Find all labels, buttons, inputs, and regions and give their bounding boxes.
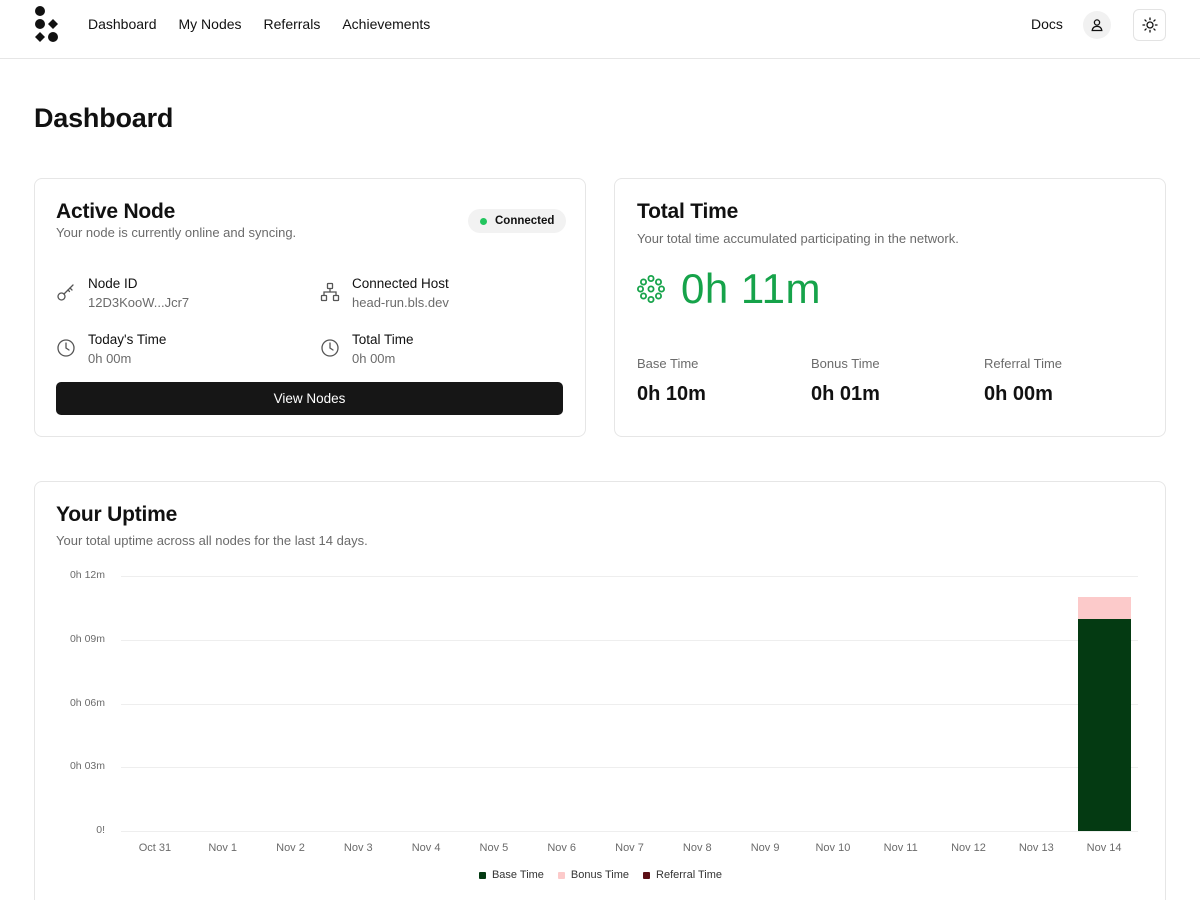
connected-host-value: head-run.bls.dev	[352, 295, 449, 310]
y-tick-label: 0!	[96, 824, 105, 836]
total-time-subtitle: Your total time accumulated participatin…	[637, 231, 959, 246]
x-tick-label: Nov 3	[343, 842, 373, 854]
docs-link[interactable]: Docs	[1031, 16, 1063, 32]
clock-icon	[321, 339, 339, 357]
x-tick-label: Oct 31	[138, 842, 172, 854]
referral-time-value: 0h 00m	[984, 383, 1053, 405]
bar-base-time[interactable]	[1077, 618, 1131, 831]
base-time-label: Base Time	[637, 356, 699, 371]
gridline	[121, 703, 1138, 705]
y-tick-label: 0h 06m	[69, 696, 105, 709]
legend-label: Bonus Time	[570, 869, 630, 881]
user-profile-button[interactable]	[1083, 11, 1111, 39]
main-nav: Dashboard My Nodes Referrals Achievement…	[88, 0, 452, 48]
uptime-card: Your Uptime Your total uptime across all…	[34, 481, 1166, 900]
legend-swatch	[478, 871, 486, 879]
todays-time-label: Today's Time	[88, 332, 167, 347]
page-title: Dashboard	[34, 103, 174, 133]
legend-item[interactable]: Referral Time	[643, 869, 722, 881]
nav-my-nodes[interactable]: My Nodes	[179, 16, 242, 32]
view-nodes-button[interactable]: View Nodes	[56, 382, 563, 415]
active-node-title: Active Node	[56, 200, 176, 223]
user-icon	[1091, 19, 1103, 32]
bar-bonus-time[interactable]	[1077, 597, 1131, 619]
node-id-label: Node ID	[88, 276, 138, 291]
legend-swatch	[643, 871, 651, 879]
sun-icon	[1141, 17, 1158, 33]
x-tick-label: Nov 7	[615, 842, 644, 854]
x-tick-label: Nov 11	[883, 842, 918, 854]
legend-label: Base Time	[491, 869, 544, 881]
x-tick-label: Nov 13	[1018, 842, 1054, 854]
nav-dashboard[interactable]: Dashboard	[88, 16, 157, 32]
x-tick-label: Nov 10	[815, 842, 851, 854]
chart-legend: Base Time Bonus Time Referral Time	[35, 869, 1166, 881]
active-node-subtitle: Your node is currently online and syncin…	[56, 225, 297, 240]
x-tick-label: Nov 8	[682, 842, 712, 854]
total-time-title: Total Time	[637, 200, 739, 223]
gridline	[121, 767, 1138, 769]
nav-referrals[interactable]: Referrals	[264, 16, 321, 32]
x-tick-label: Nov 6	[547, 842, 577, 854]
theme-toggle-button[interactable]	[1133, 9, 1166, 41]
total-time-value: 0h 11m	[681, 265, 821, 312]
connected-host-label: Connected Host	[352, 276, 449, 291]
nav-achievements[interactable]: Achievements	[342, 16, 430, 32]
orbit-icon	[637, 275, 665, 303]
base-time-value: 0h 10m	[637, 383, 706, 405]
uptime-title: Your Uptime	[56, 503, 178, 526]
bonus-time-label: Bonus Time	[811, 356, 880, 371]
gridline	[121, 639, 1138, 641]
x-tick-label: Nov 12	[951, 842, 986, 854]
node-total-time-value: 0h 00m	[352, 351, 396, 366]
x-tick-label: Nov 2	[276, 842, 305, 854]
uptime-subtitle: Your total uptime across all nodes for t…	[56, 533, 368, 548]
legend-label: Referral Time	[656, 869, 723, 881]
total-time-card: Total Time Your total time accumulated p…	[614, 178, 1166, 437]
gridline	[121, 831, 1138, 832]
y-tick-label: 0h 12m	[69, 569, 105, 581]
key-icon	[57, 284, 74, 301]
legend-item[interactable]: Bonus Time	[557, 869, 630, 881]
node-id-value: 12D3KooW...Jcr7	[88, 295, 190, 310]
y-tick-label: 0h 03m	[69, 760, 105, 773]
todays-time-value: 0h 00m	[88, 351, 132, 366]
x-tick-label: Nov 5	[479, 842, 509, 854]
status-dot-icon	[480, 217, 487, 225]
x-tick-label: Nov 1	[208, 842, 238, 854]
top-navigation-bar: Dashboard My Nodes Referrals Achievement…	[0, 0, 1200, 59]
gridline	[121, 576, 1138, 577]
network-icon	[320, 282, 340, 302]
x-tick-label: Nov 4	[411, 842, 441, 854]
legend-item[interactable]: Base Time	[478, 869, 544, 881]
x-tick-label: Nov 14	[1086, 842, 1122, 854]
logo-icon[interactable]	[34, 6, 60, 44]
clock-icon	[57, 339, 75, 357]
bonus-time-value: 0h 01m	[811, 383, 880, 405]
y-tick-label: 0h 09m	[69, 632, 105, 645]
referral-time-label: Referral Time	[984, 356, 1063, 371]
status-badge: Connected	[468, 209, 567, 233]
active-node-card: Active Node Your node is currently onlin…	[34, 178, 586, 437]
legend-swatch	[557, 871, 565, 879]
status-badge-label: Connected	[495, 215, 555, 227]
node-total-time-label: Total Time	[352, 332, 414, 347]
x-tick-label: Nov 9	[750, 842, 780, 854]
